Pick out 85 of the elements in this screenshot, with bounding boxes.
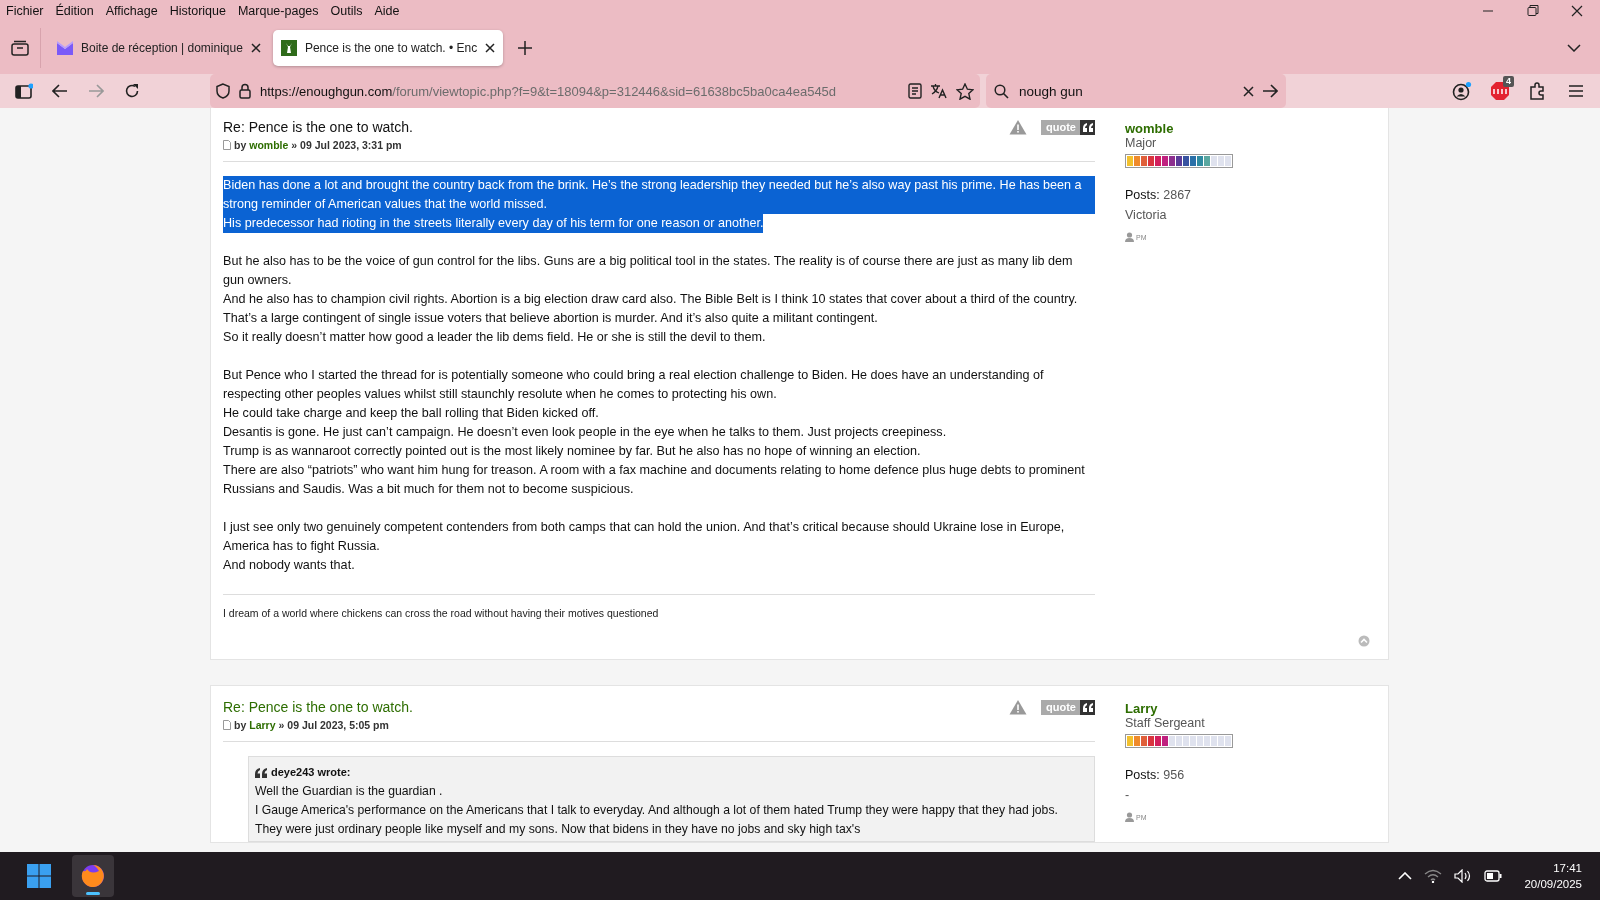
menu-item[interactable]: Marque-pages	[237, 4, 319, 18]
warning-icon[interactable]	[1009, 699, 1028, 715]
author-link[interactable]: womble	[249, 139, 289, 151]
selected-text: Biden has done a lot and brought the country back from the brink. He’s the strong leadership they needed but he’s also way past his prime. He has been a strong reminder of American values that the world missed.	[223, 176, 1095, 214]
menu-item[interactable]: Outils	[330, 4, 363, 18]
post-date: » 09 Jul 2023, 5:05 pm	[278, 719, 389, 731]
browser-tab[interactable]: Boite de réception | dominique	[49, 30, 269, 66]
post-text: So it really doesn’t matter how good a leader the lib dems field. He or she is still the devil to them.	[223, 329, 767, 346]
document-icon	[223, 720, 231, 730]
menu-item[interactable]: Aide	[374, 4, 400, 18]
posts-label: Posts:	[1125, 768, 1160, 782]
post-text: Trump is as wannaroot correctly pointed out is the most likely nominee by far. But he also has no hope of winning an election.	[223, 443, 922, 460]
post-text: And nobody wants that.	[223, 557, 356, 574]
quote-text: They were just ordinary people like myself and my sons. Now that bidens in they have no jobs and sky high tax's	[255, 821, 862, 838]
person-icon	[1125, 232, 1134, 242]
user-location: Victoria	[1125, 208, 1167, 222]
deer-icon	[280, 40, 297, 56]
posts-count[interactable]: 2867	[1163, 188, 1192, 202]
author-name[interactable]: womble	[1125, 121, 1174, 136]
reload-icon[interactable]	[124, 83, 140, 99]
search-input[interactable]: nough gun	[1017, 82, 1235, 100]
shield-icon	[216, 83, 230, 99]
menu-icon[interactable]	[1568, 84, 1584, 98]
quote-text: Well the Guardian is the guardian .	[255, 783, 444, 800]
translate-icon[interactable]	[930, 83, 948, 99]
browser-tab[interactable]: Pence is the one to watch. • Enc	[272, 30, 504, 66]
post-text: But he also has to be the voice of gun control for the libs. Guns are a big political tool in the states. The reality is of course there are just as many lib dem gun owners.	[223, 253, 1074, 289]
menu-item[interactable]: Historique	[169, 4, 226, 18]
quote-icon	[255, 767, 267, 778]
search-icon	[994, 83, 1009, 99]
post-by: by	[234, 719, 247, 731]
speaker-icon[interactable]	[1454, 869, 1473, 883]
user-rank: Staff Sergeant	[1125, 716, 1205, 730]
post-text: But Pence who I started the thread for is potentially someone who could bring a real election challenge to Biden. He does have an understanding of respecting other peoples values whilst still staunchly resolute when he comes to protecting his own.	[223, 367, 1045, 403]
user-location: -	[1125, 788, 1130, 802]
posts-label: Posts:	[1125, 188, 1160, 202]
lock-icon	[238, 83, 252, 99]
puzzle-piece-icon[interactable]	[1529, 82, 1547, 100]
post-text: Desantis is gone. He just can’t campaign. He doesn’t even look people in the eye when he talks to them. Just projects creepiness.	[223, 424, 948, 441]
back-arrow-icon[interactable]	[52, 84, 68, 98]
close-icon[interactable]	[250, 43, 261, 53]
browser-globe-icon[interactable]	[81, 864, 105, 888]
user-rank: Major	[1125, 136, 1157, 150]
quote-author: deye243 wrote:	[271, 765, 351, 780]
tab-tray-icon[interactable]	[11, 40, 29, 56]
post-text: He could take charge and keep the ball rolling that Biden kicked off.	[223, 405, 600, 422]
chevron-down-icon[interactable]	[1567, 44, 1581, 52]
search-field[interactable]: nough gun	[986, 74, 1286, 108]
post-text: And he also has to champion civil rights. Abortion is a big election draw card also. The Bible Belt is I think 10 states that cover about a third of the country. That’s a large contingent of single issue voters that believe abortion is murder. And it’s also quite a militant contingent.	[223, 291, 1079, 327]
sidebar-icon[interactable]	[15, 83, 33, 99]
posts-count[interactable]: 956	[1163, 768, 1185, 782]
post-title[interactable]: Re: Pence is the one to watch.	[223, 119, 1010, 135]
account-icon[interactable]	[1452, 81, 1472, 101]
reader-view-icon[interactable]	[908, 83, 922, 99]
close-icon[interactable]	[485, 43, 496, 53]
wifi-icon[interactable]	[1424, 869, 1443, 883]
author-name[interactable]: Larry	[1125, 701, 1158, 716]
person-icon	[1125, 812, 1134, 822]
signature-text: I dream of a world where chickens can cross the road without having their motives questioned	[223, 594, 1095, 619]
taskbar-clock[interactable]: 17:41 20/09/2025	[1524, 860, 1582, 892]
menu-item[interactable]: Édition	[55, 4, 94, 18]
chevron-up-icon[interactable]	[1398, 872, 1413, 880]
address-bar[interactable]: https://enoughgun.com/forum/viewtopic.php?f=9&t=18094&p=312446&sid=61638bc5ba0ca4ea545d	[210, 74, 980, 108]
go-arrow-icon[interactable]	[1262, 84, 1278, 98]
battery-icon[interactable]	[1484, 870, 1503, 882]
notification-badge: 4	[1503, 76, 1514, 87]
post-title[interactable]: Re: Pence is the one to watch.	[223, 699, 1010, 715]
post-by: by	[234, 139, 247, 151]
author-link[interactable]: Larry	[249, 719, 276, 731]
quote-icon	[1082, 702, 1093, 712]
clear-icon[interactable]	[1243, 85, 1254, 97]
document-icon	[223, 140, 231, 150]
warning-icon[interactable]	[1009, 119, 1028, 135]
menu-item[interactable]: Affichage	[105, 4, 158, 18]
quote-text: I Gauge America's performance on the Americans that I talk to everyday. And although a lot of them hated Trump they were happy that they had jobs.	[255, 802, 1059, 819]
star-icon[interactable]	[956, 82, 974, 100]
quote-icon	[1082, 122, 1093, 132]
windows-logo-icon[interactable]	[27, 864, 51, 888]
post-text: I just see only two genuinely competent contenders from both camps that can hold the union. And that’s critical because should Ukraine lose in Europe, America has to fight Russia.	[223, 519, 1066, 555]
menu-item[interactable]: Fichier	[6, 4, 44, 18]
plus-icon[interactable]	[518, 41, 533, 55]
post-text: There are also “patriots” who want him hung for treason. A room with a fax machine and documents relating to home defence plus huge debts to prominent Russians and Saudis. Was a bit much for them not to become suspicious.	[223, 462, 1086, 498]
envelope-icon	[57, 41, 73, 55]
post-date: » 09 Jul 2023, 3:31 pm	[291, 139, 402, 151]
selected-text: His predecessor had rioting in the streets literally every day of his term for one reason or another.	[223, 214, 764, 233]
